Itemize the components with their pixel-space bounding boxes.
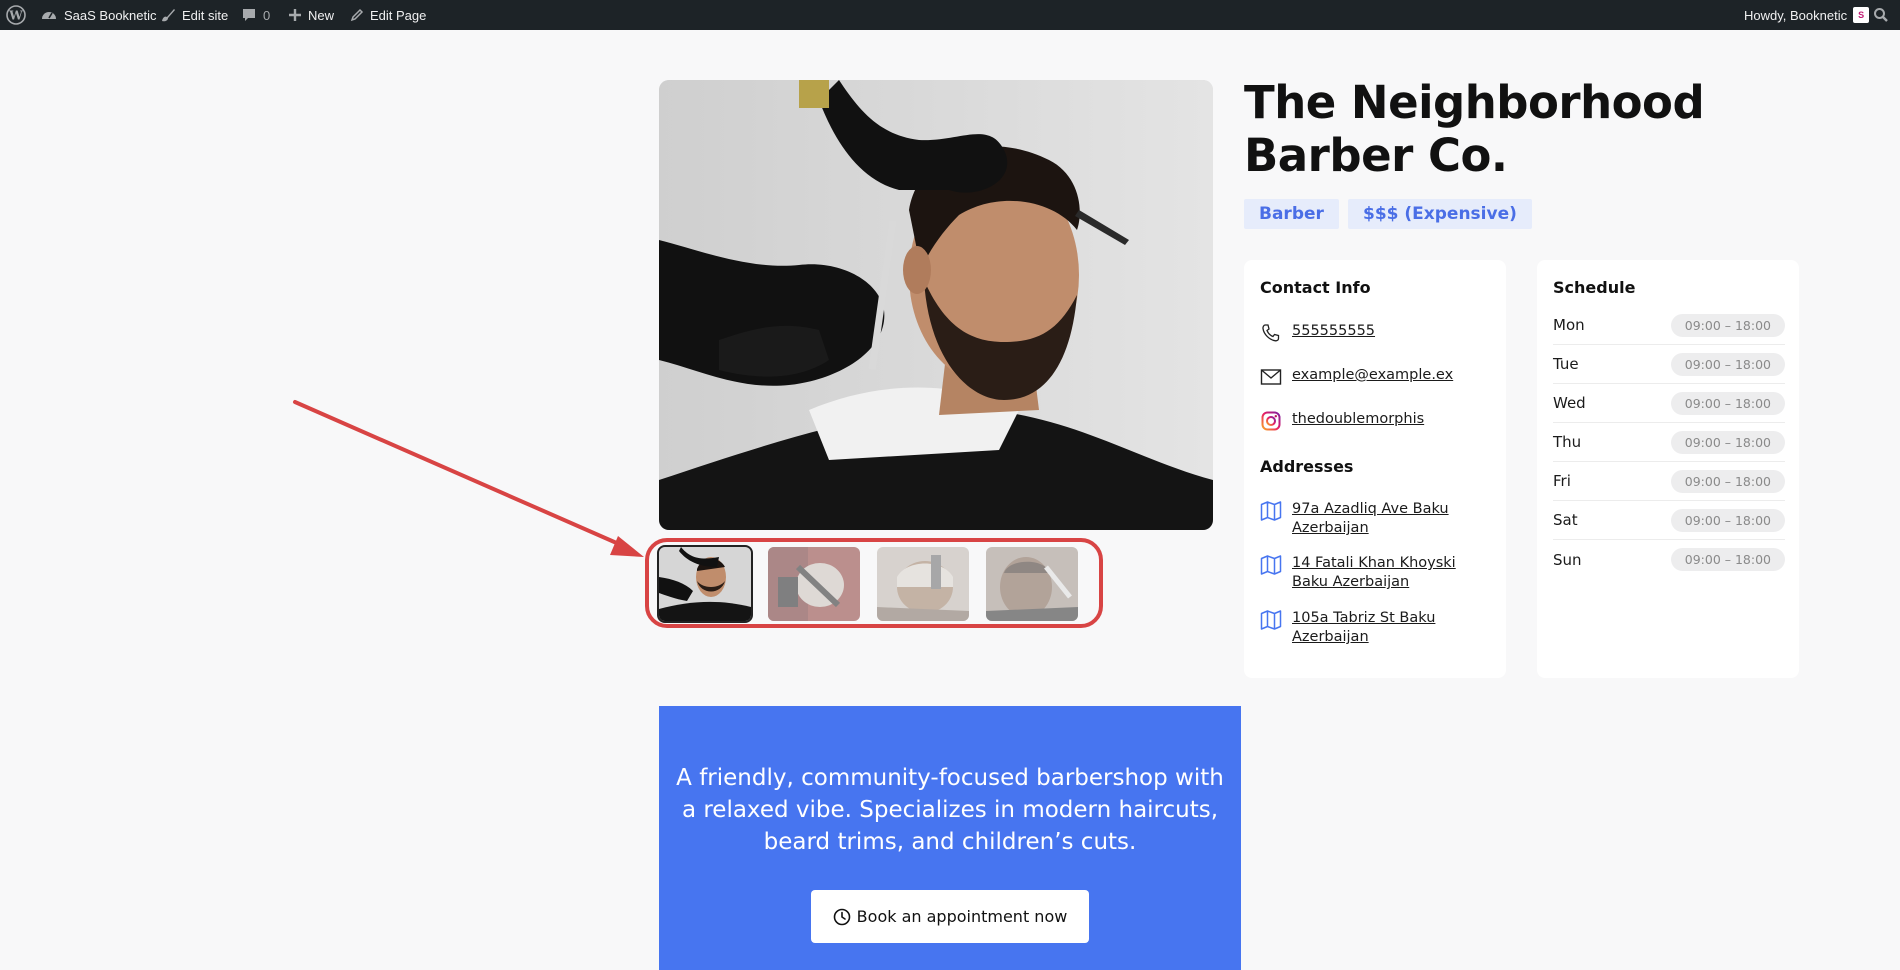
- schedule-hours: 09:00 – 18:00: [1670, 313, 1785, 337]
- schedule-row: Wed 09:00 – 18:00: [1553, 384, 1785, 423]
- schedule-hours: 09:00 – 18:00: [1670, 469, 1785, 493]
- phone-icon: [1260, 322, 1282, 344]
- search-icon[interactable]: [1873, 0, 1889, 30]
- schedule-row: Sat 09:00 – 18:00: [1553, 501, 1785, 540]
- schedule-heading: Schedule: [1553, 278, 1636, 297]
- comment-icon: [243, 9, 255, 21]
- schedule-row: Sun 09:00 – 18:00: [1553, 540, 1785, 579]
- wordpress-logo-icon[interactable]: W: [6, 0, 26, 30]
- price-tag: $$$ (Expensive): [1348, 199, 1532, 229]
- address-link[interactable]: 97a Azadliq Ave Baku Azerbaijan: [1292, 500, 1492, 538]
- email-row: example@example.ex: [1260, 366, 1492, 388]
- svg-text:W: W: [8, 9, 23, 23]
- schedule-row: Fri 09:00 – 18:00: [1553, 462, 1785, 501]
- map-icon: [1260, 554, 1282, 576]
- book-appointment-label: Book an appointment now: [856, 907, 1068, 926]
- schedule-row: Mon 09:00 – 18:00: [1553, 306, 1785, 345]
- avatar: S: [1853, 7, 1870, 23]
- thumbnail-highlight-annotation: [645, 538, 1103, 628]
- schedule-hours: 09:00 – 18:00: [1670, 352, 1785, 376]
- schedule-row: Thu 09:00 – 18:00: [1553, 423, 1785, 462]
- address-row: 97a Azadliq Ave Baku Azerbaijan: [1260, 500, 1492, 538]
- business-description: A friendly, community-focused barbershop…: [676, 765, 1224, 855]
- comments-count: 0: [263, 7, 271, 23]
- wp-admin-bar: W SaaS Booknetic Edit site 0 New Edit Pa…: [0, 0, 1900, 30]
- description-section: A friendly, community-focused barbershop…: [659, 706, 1241, 970]
- phone-link[interactable]: 555555555: [1292, 322, 1492, 341]
- business-title: The Neighborhood Barber Co.: [1244, 76, 1705, 182]
- schedule-hours: 09:00 – 18:00: [1670, 548, 1785, 571]
- address-row: 14 Fatali Khan Khoyski Baku Azerbaijan: [1260, 554, 1492, 592]
- instagram-row: thedoublemorphis: [1260, 410, 1492, 432]
- schedule-day: Mon: [1553, 316, 1585, 334]
- clock-icon: [833, 908, 850, 925]
- dashboard-icon: [42, 12, 56, 19]
- phone-row: 555555555: [1260, 322, 1492, 344]
- address-link[interactable]: 105a Tabriz St Baku Azerbaijan: [1292, 609, 1492, 647]
- schedule-day: Thu: [1553, 433, 1582, 451]
- book-appointment-button[interactable]: Book an appointment now: [811, 890, 1089, 943]
- schedule-day: Sun: [1553, 550, 1582, 569]
- edit-site-label: Edit site: [182, 7, 229, 23]
- site-name-link[interactable]: SaaS Booknetic: [40, 0, 157, 30]
- howdy-label: Howdy, Booknetic: [1744, 7, 1848, 23]
- schedule-day: Sat: [1553, 511, 1578, 529]
- address-row: 105a Tabriz St Baku Azerbaijan: [1260, 609, 1492, 647]
- edit-page-label: Edit Page: [370, 7, 427, 23]
- instagram-link[interactable]: thedoublemorphis: [1292, 410, 1492, 429]
- schedule-hours: 09:00 – 18:00: [1670, 508, 1785, 532]
- site-name-label: SaaS Booknetic: [64, 7, 157, 23]
- address-link[interactable]: 14 Fatali Khan Khoyski Baku Azerbaijan: [1292, 554, 1492, 592]
- edit-page-link[interactable]: Edit Page: [350, 0, 426, 30]
- schedule-hours: 09:00 – 18:00: [1670, 391, 1785, 415]
- contact-heading: Contact Info: [1260, 278, 1371, 297]
- map-icon: [1260, 609, 1282, 631]
- map-icon: [1260, 500, 1282, 522]
- comments-link[interactable]: 0: [241, 0, 270, 30]
- schedule-day: Wed: [1553, 394, 1586, 412]
- schedule-hours: 09:00 – 18:00: [1670, 430, 1785, 454]
- schedule-row: Tue 09:00 – 18:00: [1553, 345, 1785, 384]
- schedule-day: Tue: [1553, 355, 1579, 373]
- email-link[interactable]: example@example.ex: [1292, 366, 1492, 385]
- schedule-card: Schedule Mon 09:00 – 18:00 Tue 09:00 – 1…: [1537, 260, 1799, 678]
- contact-card: Contact Info 555555555 example@example.e…: [1244, 260, 1506, 678]
- my-account-link[interactable]: Howdy, Booknetic S: [1744, 0, 1870, 30]
- mail-icon: [1260, 366, 1282, 388]
- pencil-icon: [350, 8, 364, 22]
- addresses-heading: Addresses: [1260, 457, 1354, 476]
- new-content-link[interactable]: New: [288, 0, 334, 30]
- schedule-day: Fri: [1553, 472, 1571, 490]
- instagram-icon: [1260, 410, 1282, 432]
- new-label: New: [308, 7, 335, 23]
- brush-icon: [162, 9, 175, 22]
- edit-site-link[interactable]: Edit site: [160, 0, 228, 30]
- main-gallery-image[interactable]: [659, 80, 1213, 530]
- plus-icon: [289, 9, 301, 21]
- category-tag: Barber: [1244, 199, 1339, 229]
